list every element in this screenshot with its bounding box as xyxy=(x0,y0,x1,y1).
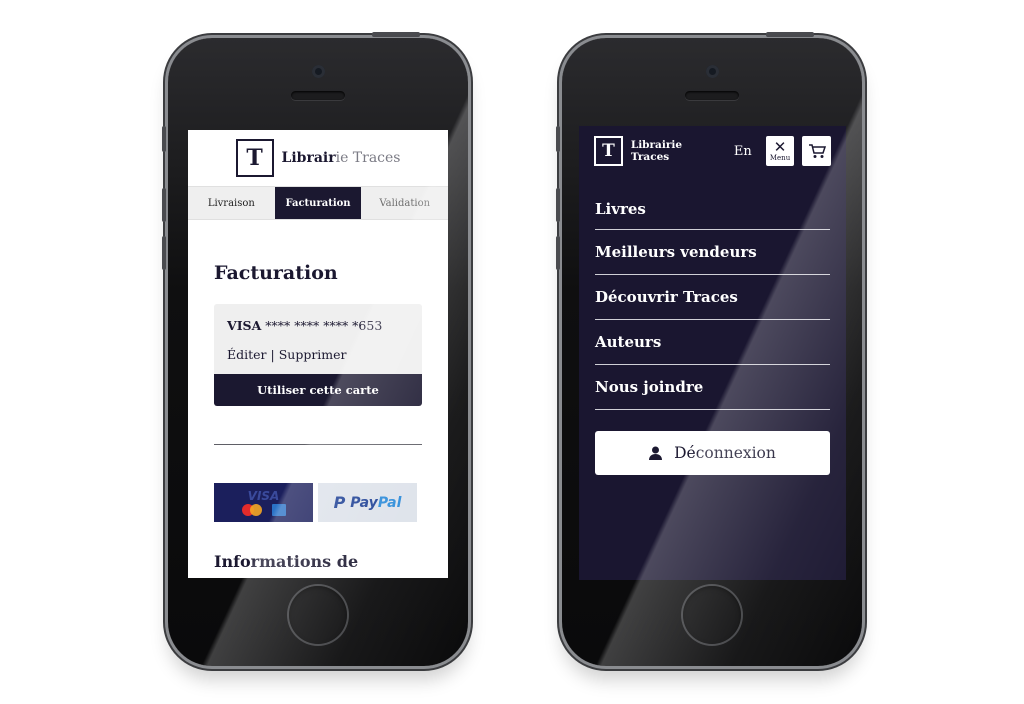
cart-icon xyxy=(808,144,826,158)
visa-logo-icon: VISA xyxy=(247,488,280,503)
menu-button-label: Menu xyxy=(769,154,791,162)
paypal-word-pal: Pal xyxy=(377,494,402,511)
paypal-word-pay: Pay xyxy=(350,494,378,511)
payment-methods: VISA P PayPal xyxy=(214,483,422,522)
step-facturation[interactable]: Facturation xyxy=(274,187,362,219)
nav-item-meilleurs-vendeurs[interactable]: Meilleurs vendeurs xyxy=(595,230,830,275)
volume-up-button xyxy=(556,188,560,222)
checkout-screen: T Librairie Traces Livraison Facturation… xyxy=(188,130,448,578)
page-title: Facturation xyxy=(214,262,338,284)
edit-card-link[interactable]: Éditer xyxy=(227,347,267,362)
phone-right: T Librairie Traces En ✕ Menu Livres Meil… xyxy=(556,32,862,666)
paypal-payment-option[interactable]: P PayPal xyxy=(318,483,417,522)
use-card-button[interactable]: Utiliser cette carte xyxy=(214,374,422,406)
card-number: VISA **** **** **** *653 xyxy=(214,304,422,333)
main-nav: Livres Meilleurs vendeurs Découvrir Trac… xyxy=(579,188,846,410)
menu-header: T Librairie Traces En ✕ Menu xyxy=(579,126,846,176)
brand-name: Librairie Traces xyxy=(630,139,683,163)
site-header: T Librairie Traces xyxy=(188,130,448,186)
card-actions: Éditer | Supprimer xyxy=(214,333,422,374)
amex-icon xyxy=(271,503,286,516)
nav-item-decouvrir-traces[interactable]: Découvrir Traces xyxy=(595,275,830,320)
power-button xyxy=(766,32,814,37)
paypal-icon: P xyxy=(333,493,346,512)
logo-icon[interactable]: T xyxy=(235,139,274,177)
close-icon: ✕ xyxy=(773,138,787,156)
home-button xyxy=(683,586,741,644)
brand-name-rest: ie Traces xyxy=(335,150,401,166)
brand-name: Librairie Traces xyxy=(282,150,401,166)
power-button xyxy=(372,32,420,37)
info-section-title: Informations de xyxy=(214,552,359,571)
front-camera xyxy=(706,65,719,78)
card-logos xyxy=(241,503,286,516)
menu-screen: T Librairie Traces En ✕ Menu Livres Meil… xyxy=(579,126,846,580)
logo-icon[interactable]: T xyxy=(594,136,623,166)
saved-card: VISA **** **** **** *653 Éditer | Suppri… xyxy=(214,304,422,406)
volume-down-button xyxy=(556,236,560,270)
user-icon xyxy=(649,446,663,460)
logout-label: Déconnexion xyxy=(674,444,776,462)
step-livraison[interactable]: Livraison xyxy=(188,187,275,219)
nav-item-nous-joindre[interactable]: Nous joindre xyxy=(595,365,830,410)
front-camera xyxy=(312,65,325,78)
nav-item-livres[interactable]: Livres xyxy=(595,188,830,230)
logout-button[interactable]: Déconnexion xyxy=(595,431,830,475)
close-menu-button[interactable]: ✕ Menu xyxy=(765,136,795,166)
step-validation[interactable]: Validation xyxy=(361,187,448,219)
language-toggle[interactable]: En xyxy=(734,144,752,159)
mute-switch xyxy=(556,126,560,152)
mastercard-icon xyxy=(241,503,264,516)
earpiece-speaker xyxy=(291,91,345,100)
phone-left: T Librairie Traces Livraison Facturation… xyxy=(162,32,468,666)
billing-content: Facturation VISA **** **** **** *653 Édi… xyxy=(188,262,448,571)
earpiece-speaker xyxy=(685,91,739,100)
card-brand: VISA xyxy=(227,318,262,333)
brand-name-bold: Librair xyxy=(281,150,336,166)
nav-item-auteurs[interactable]: Auteurs xyxy=(595,320,830,365)
card-masked-number: **** **** **** *653 xyxy=(265,318,383,333)
card-actions-separator: | xyxy=(270,347,275,362)
divider xyxy=(214,444,422,445)
home-button xyxy=(289,586,347,644)
delete-card-link[interactable]: Supprimer xyxy=(279,347,347,362)
paypal-wordmark: PayPal xyxy=(350,495,401,511)
volume-up-button xyxy=(162,188,166,222)
checkout-steps: Livraison Facturation Validation xyxy=(188,186,448,220)
cart-button[interactable] xyxy=(802,136,831,166)
mute-switch xyxy=(162,126,166,152)
card-payment-option[interactable]: VISA xyxy=(214,483,313,522)
volume-down-button xyxy=(162,236,166,270)
